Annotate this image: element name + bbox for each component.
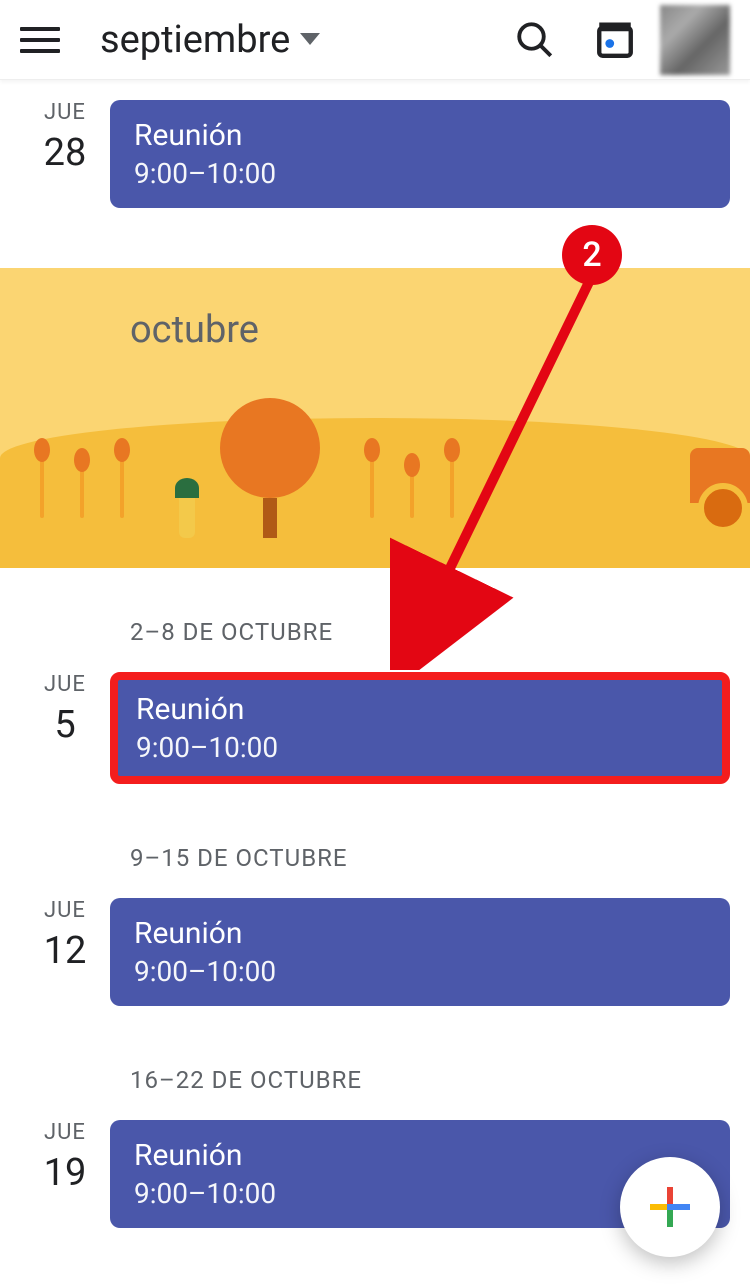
month-banner-label: octubre — [130, 308, 259, 352]
event-title: Reunión — [136, 692, 704, 727]
day-number: 28 — [20, 131, 110, 175]
day-column: JUE 19 — [20, 1120, 110, 1195]
event-card[interactable]: Reunión 9:00–10:00 — [110, 672, 730, 784]
week-header: 2–8 DE OCTUBRE — [0, 568, 750, 652]
day-of-week: JUE — [20, 100, 110, 125]
day-column: JUE 28 — [20, 100, 110, 175]
day-number: 5 — [20, 703, 110, 747]
day-number: 19 — [20, 1151, 110, 1195]
event-card[interactable]: Reunión 9:00–10:00 — [110, 100, 730, 208]
chevron-down-icon — [300, 33, 320, 47]
annotation-badge: 2 — [562, 225, 622, 285]
current-month-label: septiembre — [100, 18, 290, 62]
avatar[interactable] — [660, 5, 730, 75]
day-of-week: JUE — [20, 1120, 110, 1145]
event-time: 9:00–10:00 — [136, 731, 704, 764]
search-icon[interactable] — [510, 15, 560, 65]
menu-icon[interactable] — [20, 20, 60, 60]
today-icon[interactable] — [590, 15, 640, 65]
event-time: 9:00–10:00 — [134, 955, 706, 988]
agenda-day-row: JUE 28 Reunión 9:00–10:00 — [0, 80, 750, 218]
day-column: JUE 12 — [20, 898, 110, 973]
agenda-day-row: JUE 5 Reunión 9:00–10:00 — [0, 652, 750, 794]
day-column: JUE 5 — [20, 672, 110, 747]
event-title: Reunión — [134, 916, 706, 951]
event-title: Reunión — [134, 118, 706, 153]
event-title: Reunión — [134, 1138, 706, 1173]
agenda-day-row: JUE 12 Reunión 9:00–10:00 — [0, 878, 750, 1016]
agenda-content: JUE 28 Reunión 9:00–10:00 octubre 2–8 DE… — [0, 80, 750, 1238]
day-number: 12 — [20, 929, 110, 973]
plus-icon — [646, 1183, 694, 1231]
day-of-week: JUE — [20, 672, 110, 697]
month-dropdown[interactable]: septiembre — [100, 18, 320, 62]
app-header: septiembre — [0, 0, 750, 80]
week-header: 16–22 DE OCTUBRE — [0, 1016, 750, 1100]
event-card[interactable]: Reunión 9:00–10:00 — [110, 898, 730, 1006]
month-banner: octubre — [0, 268, 750, 568]
event-time: 9:00–10:00 — [134, 157, 706, 190]
week-header: 9–15 DE OCTUBRE — [0, 794, 750, 878]
day-of-week: JUE — [20, 898, 110, 923]
create-event-fab[interactable] — [620, 1157, 720, 1257]
